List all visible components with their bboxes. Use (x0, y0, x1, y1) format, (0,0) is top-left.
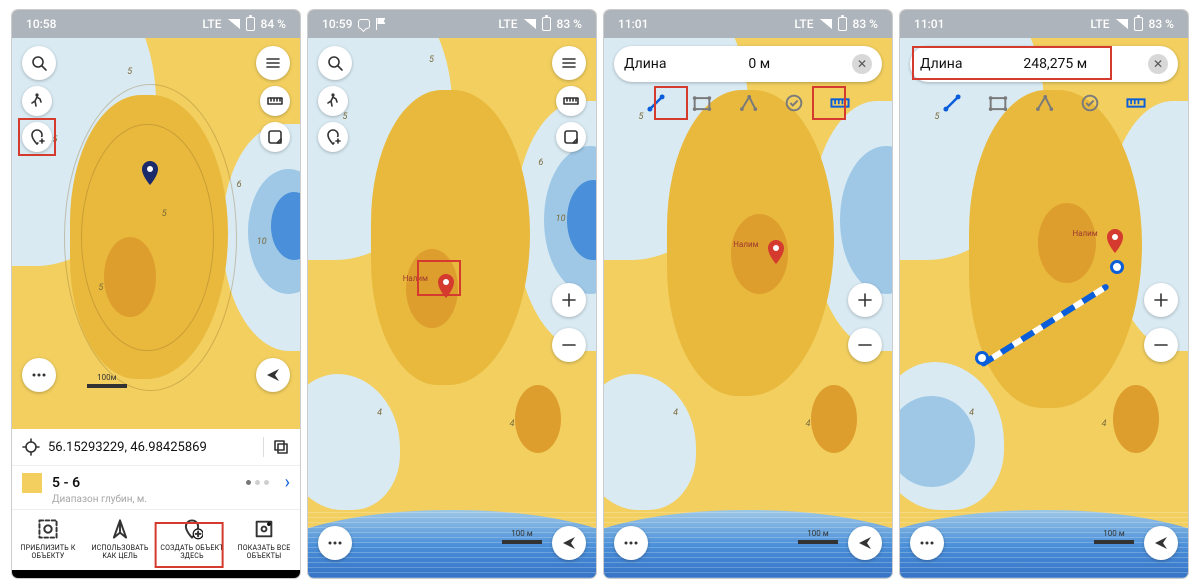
marker-label: Налим (1072, 229, 1097, 238)
action-create-object[interactable]: СОЗДАТЬ ОБЪЕКТ ЗДЕСЬ (156, 510, 228, 570)
ruler-button[interactable] (260, 86, 290, 116)
clock: 11:01 (914, 17, 944, 31)
clear-button[interactable]: ✕ (1148, 54, 1168, 74)
depth-range: 5 - 6 (52, 475, 80, 491)
marker-label: Налим (403, 274, 428, 283)
length-value: 248,275 м (963, 56, 1149, 72)
tool-angle[interactable] (733, 88, 763, 118)
menu-button[interactable] (256, 46, 290, 80)
depth-swatch (22, 473, 42, 493)
tool-area[interactable] (687, 88, 717, 118)
action-zoom-to[interactable]: ПРИБЛИЗИТЬ К ОБЪЕКТУ (12, 510, 84, 570)
locate-button[interactable] (1144, 526, 1178, 560)
measure-toolbar (900, 88, 1188, 118)
map-pin-marker[interactable]: Налим (435, 271, 457, 301)
chat-icon (358, 19, 370, 29)
action-show-all[interactable]: ПОКАЗАТЬ ВСЕ ОБЪЕКТЫ (228, 510, 300, 570)
zoom-out-button[interactable] (1144, 328, 1178, 362)
zoom-in-button[interactable] (848, 283, 882, 317)
zoom-in-button[interactable] (552, 283, 586, 317)
battery-icon (246, 17, 255, 31)
chevron-right-icon[interactable]: › (285, 472, 290, 493)
measure-point-a[interactable] (975, 351, 989, 365)
clock: 10:58 (26, 17, 56, 31)
length-label: Длина (624, 56, 667, 72)
status-bar: 11:01 LTE83 % (604, 10, 892, 38)
tool-line[interactable] (641, 88, 671, 118)
tool-check[interactable] (1075, 88, 1105, 118)
scale-bar: 100 м (798, 529, 838, 544)
network: LTE (202, 17, 221, 31)
status-bar: 11:01 LTE83 % (900, 10, 1188, 38)
screenshot-set: { "screens":[ { "time":"10:58","net":"LT… (0, 0, 1200, 588)
screen-1: 55 610 55 10:58 LTE 84 % 100м 56.1529322… (12, 10, 300, 578)
more-button[interactable] (614, 526, 648, 560)
screen-4: 55 44 Налим 11:01 LTE83 % Длина 248,275 … (900, 10, 1188, 578)
more-button[interactable] (910, 526, 944, 560)
measure-readout: Длина 248,275 м ✕ (910, 46, 1178, 82)
add-pin-button[interactable] (318, 122, 348, 152)
tool-units[interactable] (1121, 88, 1151, 118)
page-dots (246, 480, 269, 485)
screen-2: 55 610 44 Налим 10:59 LTE83 % 100 м (308, 10, 596, 578)
clock: 11:01 (618, 17, 648, 31)
info-panel: 56.15293229, 46.98425869 5 - 6 Диапазон … (12, 429, 300, 578)
status-bar: 10:58 LTE 84 % (12, 10, 300, 38)
signal-icon (228, 19, 240, 29)
add-pin-button[interactable] (22, 122, 52, 152)
crosshair-icon (22, 438, 40, 456)
screen-3: 55 44 Налим 11:01 LTE83 % Длина 0 м ✕ 10… (604, 10, 892, 578)
locate-button[interactable] (256, 358, 290, 392)
scale-bar: 100м (87, 373, 127, 388)
map-pin-marker[interactable]: Налим (1104, 226, 1126, 256)
locate-button[interactable] (848, 526, 882, 560)
more-button[interactable] (318, 526, 352, 560)
length-label: Длина (920, 56, 963, 72)
zoom-out-button[interactable] (848, 328, 882, 362)
action-bar: ПРИБЛИЗИТЬ К ОБЪЕКТУ ИСПОЛЬЗОВАТЬ КАК ЦЕ… (12, 509, 300, 570)
map-pin-marker[interactable]: Налим (765, 237, 787, 267)
route-mode-button[interactable] (22, 86, 52, 116)
copy-button[interactable] (272, 438, 290, 456)
length-value: 0 м (667, 56, 853, 72)
clock: 10:59 (322, 17, 352, 31)
zoom-out-button[interactable] (552, 328, 586, 362)
route-mode-button[interactable] (318, 86, 348, 116)
status-bar: 10:59 LTE83 % (308, 10, 596, 38)
locate-button[interactable] (552, 526, 586, 560)
note-button[interactable] (260, 122, 290, 152)
battery-pct: 84 % (261, 17, 286, 31)
tool-angle[interactable] (1029, 88, 1059, 118)
search-button[interactable] (318, 46, 352, 80)
action-use-as-target[interactable]: ИСПОЛЬЗОВАТЬ КАК ЦЕЛЬ (84, 510, 156, 570)
clear-button[interactable]: ✕ (852, 54, 872, 74)
note-button[interactable] (556, 122, 586, 152)
scale-bar: 100 м (1094, 529, 1134, 544)
search-button[interactable] (22, 46, 56, 80)
coordinates: 56.15293229, 46.98425869 (48, 440, 255, 455)
flag-icon (376, 18, 386, 30)
scale-bar: 100 м (502, 529, 542, 544)
ruler-button[interactable] (556, 86, 586, 116)
zoom-in-button[interactable] (1144, 283, 1178, 317)
android-navbar (12, 570, 300, 578)
measure-toolbar (604, 88, 892, 118)
map-pin-selected[interactable] (139, 158, 161, 188)
tool-units[interactable] (825, 88, 855, 118)
more-button[interactable] (22, 358, 56, 392)
tool-check[interactable] (779, 88, 809, 118)
depth-row[interactable]: 5 - 6 Диапазон глубин, м. › (12, 466, 300, 495)
depth-label: Диапазон глубин, м. (52, 494, 147, 505)
measure-readout: Длина 0 м ✕ (614, 46, 882, 82)
tool-line[interactable] (937, 88, 967, 118)
marker-label: Налим (733, 240, 758, 249)
tool-area[interactable] (983, 88, 1013, 118)
menu-button[interactable] (552, 46, 586, 80)
